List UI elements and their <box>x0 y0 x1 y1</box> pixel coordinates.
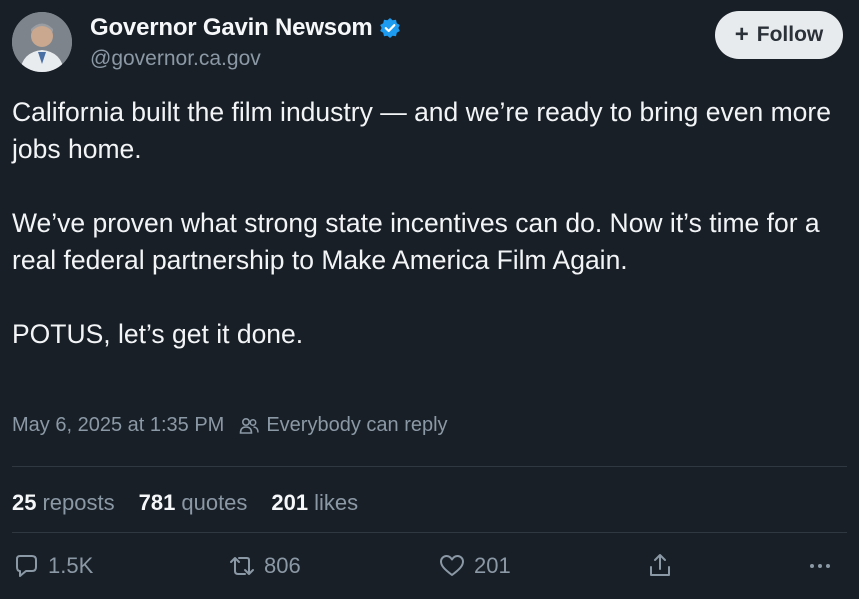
reposts-stat[interactable]: 25 reposts <box>12 490 115 516</box>
like-button[interactable]: 201 <box>438 552 511 580</box>
author-name-row: Governor Gavin Newsom <box>90 14 401 42</box>
reply-count: 1.5K <box>48 553 94 578</box>
verified-badge-icon <box>379 17 401 39</box>
quotes-stat[interactable]: 781 quotes <box>139 490 248 516</box>
reply-button[interactable]: 1.5K <box>12 552 93 580</box>
follow-button[interactable]: + Follow <box>715 11 843 59</box>
tweet-actions: 1.5K 806 201 <box>0 552 859 592</box>
follow-label: Follow <box>756 23 824 46</box>
author-name[interactable]: Governor Gavin Newsom <box>90 14 373 42</box>
engagement-stats: 25 reposts 781 quotes 201 likes <box>12 490 382 516</box>
likes-stat[interactable]: 201 likes <box>271 490 358 516</box>
reposts-label: reposts <box>42 490 115 515</box>
more-icon <box>810 564 830 568</box>
share-icon <box>650 554 670 576</box>
reply-setting: Everybody can reply <box>266 414 448 436</box>
tweet-paragraph: We’ve proven what strong state incentive… <box>12 208 820 275</box>
tweet-paragraph: POTUS, let’s get it done. <box>12 319 304 349</box>
repost-button[interactable]: 806 <box>228 552 301 580</box>
author-avatar[interactable] <box>12 12 72 72</box>
like-count: 201 <box>474 553 511 578</box>
heart-icon <box>440 555 464 576</box>
tweet-paragraph: California built the film industry — and… <box>12 97 831 164</box>
divider <box>12 466 847 467</box>
plus-icon: + <box>734 21 749 48</box>
author-handle[interactable]: @governor.ca.gov <box>90 47 261 71</box>
repost-count: 806 <box>264 553 301 578</box>
quotes-count: 781 <box>138 490 176 515</box>
reply-icon <box>16 555 37 577</box>
share-button[interactable] <box>646 552 682 580</box>
quotes-label: quotes <box>181 490 248 515</box>
tweet-meta: May 6, 2025 at 1:35 PM Everybody can rep… <box>12 414 448 437</box>
repost-icon <box>230 557 254 575</box>
likes-count: 201 <box>271 490 309 515</box>
more-button[interactable] <box>806 552 842 580</box>
tweet-timestamp[interactable]: May 6, 2025 at 1:35 PM <box>12 414 224 437</box>
people-icon <box>240 417 260 434</box>
likes-label: likes <box>314 490 359 515</box>
tweet-text: California built the film industry — and… <box>12 94 852 353</box>
divider <box>12 532 847 533</box>
reposts-count: 25 <box>12 490 37 515</box>
